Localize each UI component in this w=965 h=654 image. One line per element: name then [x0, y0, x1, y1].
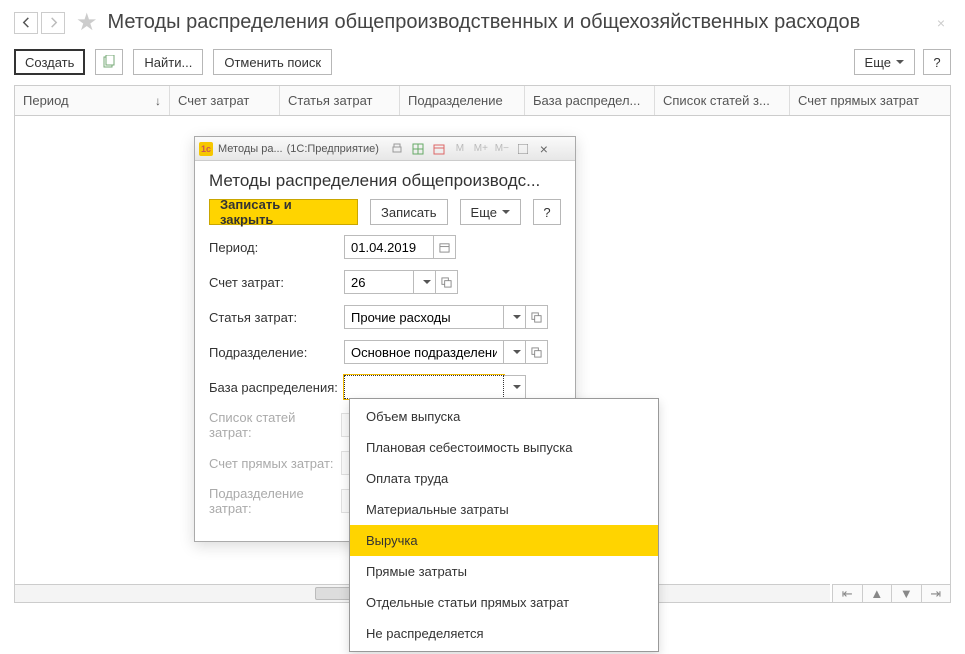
dept-input[interactable] — [344, 340, 504, 364]
field-account: Счет затрат: — [209, 270, 561, 294]
dialog-close-icon[interactable]: × — [535, 140, 553, 158]
item-label: Статья затрат: — [209, 310, 344, 325]
dialog-mplus-icon[interactable]: M+ — [472, 140, 490, 158]
dialog-layer: 1c Методы ра... (1С:Предприятие) M M+ M−… — [0, 0, 965, 654]
base-dropdown-button[interactable] — [504, 375, 526, 399]
period-input[interactable] — [344, 235, 434, 259]
dialog-help-button[interactable]: ? — [533, 199, 561, 225]
dialog-window-icon[interactable] — [514, 140, 532, 158]
1c-logo-icon: 1c — [199, 142, 213, 156]
base-input[interactable] — [344, 375, 504, 399]
dept-open-button[interactable] — [526, 340, 548, 364]
direct-account-label: Счет прямых затрат: — [209, 456, 341, 471]
dropdown-item[interactable]: Не распределяется — [350, 618, 658, 649]
field-base: База распределения: — [209, 375, 561, 399]
period-calendar-button[interactable] — [434, 235, 456, 259]
dept-label: Подразделение: — [209, 345, 344, 360]
dropdown-item[interactable]: Материальные затраты — [350, 494, 658, 525]
account-open-button[interactable] — [436, 270, 458, 294]
dropdown-item[interactable]: Плановая себестоимость выпуска — [350, 432, 658, 463]
field-period: Период: — [209, 235, 561, 259]
dialog-titlebar: 1c Методы ра... (1С:Предприятие) M M+ M−… — [195, 137, 575, 161]
items-list-label: Список статей затрат: — [209, 410, 341, 440]
dialog-window-title-left: Методы ра... — [218, 143, 283, 155]
dialog-more-button[interactable]: Еще — [460, 199, 521, 225]
dialog-print-icon[interactable] — [388, 140, 406, 158]
dialog-calc-icon[interactable] — [409, 140, 427, 158]
dropdown-item[interactable]: Выручка — [350, 525, 658, 556]
dialog-caption: Методы распределения общепроизводс... — [195, 161, 575, 199]
dropdown-item[interactable]: Отдельные статьи прямых затрат — [350, 587, 658, 618]
dept-dropdown-button[interactable] — [504, 340, 526, 364]
dialog-m-icon[interactable]: M — [451, 140, 469, 158]
field-dept: Подразделение: — [209, 340, 561, 364]
account-label: Счет затрат: — [209, 275, 344, 290]
dropdown-item[interactable]: Оплата труда — [350, 463, 658, 494]
base-label: База распределения: — [209, 380, 344, 395]
account-input[interactable] — [344, 270, 414, 294]
account-dropdown-button[interactable] — [414, 270, 436, 294]
field-item: Статья затрат: — [209, 305, 561, 329]
base-dropdown-list: Объем выпускаПлановая себестоимость выпу… — [349, 398, 659, 652]
dropdown-item[interactable]: Прямые затраты — [350, 556, 658, 587]
dialog-mminus-icon[interactable]: M− — [493, 140, 511, 158]
save-and-close-button[interactable]: Записать и закрыть — [209, 199, 358, 225]
period-label: Период: — [209, 240, 344, 255]
save-button[interactable]: Записать — [370, 199, 448, 225]
cost-dept-label: Подразделение затрат: — [209, 486, 341, 516]
dialog-toolbar: Записать и закрыть Записать Еще ? — [195, 199, 575, 235]
dialog-calendar-icon[interactable] — [430, 140, 448, 158]
item-dropdown-button[interactable] — [504, 305, 526, 329]
dropdown-item[interactable]: Объем выпуска — [350, 401, 658, 432]
dialog-window-title-right: (1С:Предприятие) — [287, 143, 379, 155]
item-open-button[interactable] — [526, 305, 548, 329]
item-input[interactable] — [344, 305, 504, 329]
chevron-down-icon — [502, 210, 510, 214]
